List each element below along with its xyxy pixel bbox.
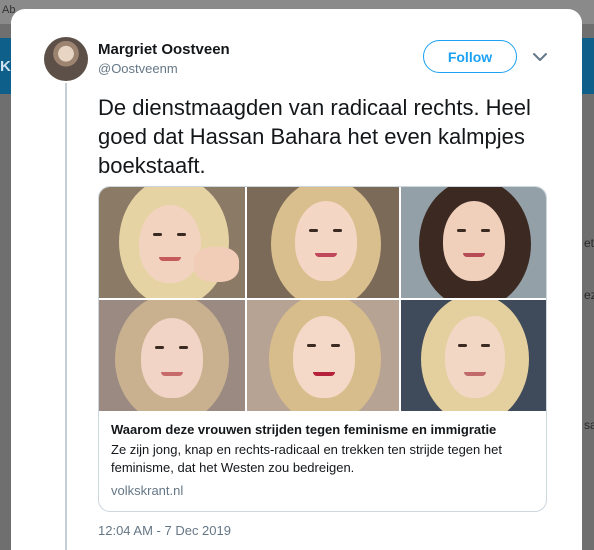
card-photo [247, 300, 399, 411]
link-card-description: Ze zijn jong, knap en rechts-radicaal en… [111, 442, 502, 475]
link-card[interactable]: Waarom deze vrouwen strijden tegen femin… [98, 186, 547, 512]
author-handle[interactable]: @Oostveenm [98, 61, 178, 76]
background-fragment: sa [584, 418, 594, 432]
author-name[interactable]: Margriet Oostveen [98, 41, 230, 58]
card-photo [401, 187, 546, 298]
link-card-photo-collage [99, 187, 546, 411]
background-fragment: et [584, 236, 594, 250]
follow-button[interactable]: Follow [423, 40, 517, 73]
background-fragment: K [0, 58, 11, 75]
tweet-modal: Margriet Oostveen @Oostveenm Follow De d… [11, 9, 582, 550]
avatar[interactable] [44, 37, 88, 81]
link-card-body[interactable]: Waarom deze vrouwen strijden tegen femin… [99, 411, 546, 511]
tweet-timestamp[interactable]: 12:04 AM - 7 Dec 2019 [98, 523, 231, 538]
tweet-text: De dienstmaagden van radicaal rechts. He… [98, 95, 531, 178]
link-card-domain: volkskrant.nl [111, 483, 184, 498]
thread-line [65, 83, 67, 550]
background-fragment: ez [584, 288, 594, 302]
card-photo [99, 300, 245, 411]
card-photo [401, 300, 546, 411]
link-card-title[interactable]: Waarom deze vrouwen strijden tegen femin… [111, 421, 536, 438]
card-photo [247, 187, 399, 298]
card-photo [99, 187, 245, 298]
chevron-down-icon[interactable] [530, 47, 550, 67]
